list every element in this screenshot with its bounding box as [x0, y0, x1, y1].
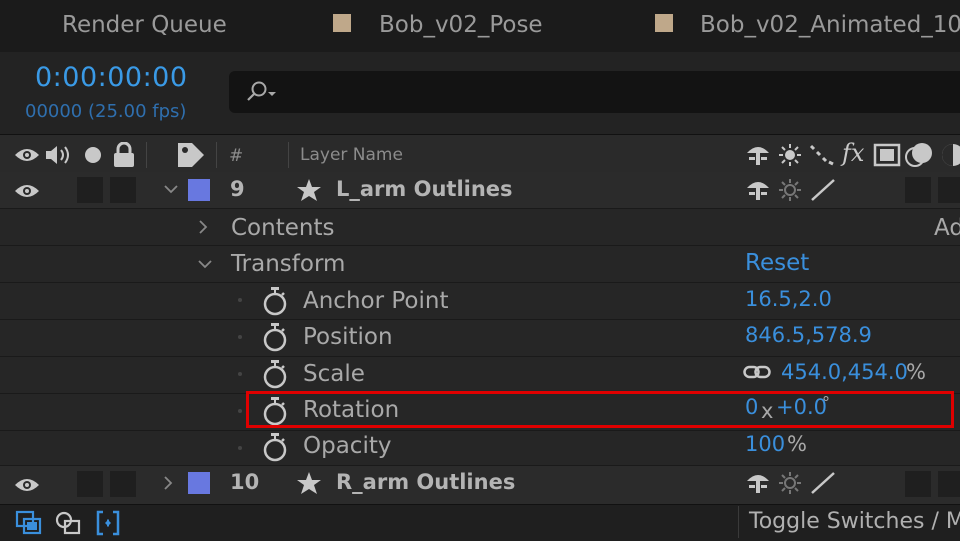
layer-label-color[interactable]	[188, 179, 210, 201]
header-divider	[216, 142, 217, 168]
shy-switch-icon[interactable]	[745, 178, 771, 202]
contents-row[interactable]	[0, 209, 960, 245]
lock-switch-cell[interactable]	[110, 471, 136, 497]
property-bullet	[238, 409, 242, 413]
footer-divider	[738, 506, 739, 538]
reset-link[interactable]: Reset	[745, 250, 809, 276]
frame-count-display: 00000 (25.00 fps)	[25, 101, 187, 122]
transform-row[interactable]	[0, 246, 960, 282]
opacity-unit: %	[787, 432, 807, 456]
adjustment-layer-icon[interactable]	[940, 142, 960, 168]
speaker-icon[interactable]	[44, 143, 74, 167]
column-number-header: #	[229, 146, 244, 166]
property-label: Scale	[303, 361, 365, 387]
in-out-brackets-icon[interactable]	[94, 509, 122, 537]
tab-render-queue[interactable]: Render Queue	[62, 12, 227, 38]
render-toggle-icon[interactable]	[54, 510, 82, 536]
search-input[interactable]	[229, 71, 960, 113]
collapse-switch-icon[interactable]	[779, 472, 801, 494]
property-label: Opacity	[303, 433, 392, 459]
scale-value[interactable]: 454.0,454.0	[781, 360, 908, 384]
adjustment-switch-cell[interactable]	[938, 177, 960, 203]
property-bullet	[238, 372, 242, 376]
fx-icon[interactable]: fx	[842, 139, 864, 167]
constrain-proportions-link-icon[interactable]	[743, 363, 771, 381]
search-icon[interactable]	[243, 80, 279, 104]
quality-switch-icon[interactable]	[809, 177, 837, 203]
layer-name[interactable]: R_arm Outlines	[336, 470, 515, 494]
tab-color-swatch	[333, 14, 351, 32]
layer-number: 10	[230, 470, 260, 494]
composition-flowchart-icon[interactable]	[15, 510, 43, 536]
rotation-highlight-box	[246, 391, 954, 428]
audio-switch-cell[interactable]	[77, 177, 103, 203]
toggle-switches-modes-button[interactable]: Toggle Switches / M	[749, 509, 960, 534]
shy-switch-icon[interactable]	[745, 471, 771, 495]
visibility-eye-icon[interactable]	[14, 182, 40, 200]
scale-unit: %	[906, 360, 926, 384]
shy-icon[interactable]	[745, 143, 771, 167]
frame-blend-icon[interactable]	[873, 143, 901, 167]
current-time-display[interactable]: 0:00:00:00	[35, 62, 188, 93]
tab-bob-v02-animated[interactable]: Bob_v02_Animated_108	[700, 12, 960, 38]
property-bullet	[238, 446, 242, 450]
adjustment-switch-cell[interactable]	[938, 471, 960, 497]
add-contents-menu[interactable]: Ad	[934, 215, 960, 241]
chevron-right-icon[interactable]	[160, 475, 176, 491]
solo-dot-icon[interactable]	[84, 146, 102, 164]
audio-switch-cell[interactable]	[77, 471, 103, 497]
property-row-opacity[interactable]	[0, 431, 960, 467]
header-divider	[288, 142, 289, 168]
tab-bob-v02-pose[interactable]: Bob_v02_Pose	[379, 12, 543, 38]
motion-blur-icon[interactable]	[904, 141, 934, 169]
property-bullet	[238, 298, 242, 302]
stopwatch-icon[interactable]	[262, 322, 288, 352]
visibility-eye-icon[interactable]	[14, 476, 40, 494]
eye-icon[interactable]	[14, 146, 40, 164]
label-tag-icon[interactable]	[176, 141, 206, 169]
column-layer-name-header[interactable]: Layer Name	[300, 145, 403, 165]
tab-color-swatch	[655, 14, 673, 32]
layer-number: 9	[230, 177, 245, 201]
anchor-point-value[interactable]: 16.5,2.0	[745, 287, 832, 311]
chevron-down-icon[interactable]	[197, 256, 213, 272]
chevron-right-icon[interactable]	[195, 219, 211, 235]
property-bullet	[238, 335, 242, 339]
quality-icon[interactable]	[809, 144, 835, 166]
collapse-sun-icon[interactable]	[779, 144, 801, 166]
opacity-value[interactable]: 100	[745, 432, 785, 456]
lock-switch-cell[interactable]	[110, 177, 136, 203]
contents-label[interactable]: Contents	[231, 215, 334, 241]
property-label: Position	[303, 324, 393, 350]
stopwatch-icon[interactable]	[262, 286, 288, 316]
layer-name[interactable]: L_arm Outlines	[336, 177, 513, 201]
motion-blur-switch-cell[interactable]	[905, 177, 931, 203]
shape-layer-star-icon	[296, 178, 322, 202]
position-value[interactable]: 846.5,578.9	[745, 323, 872, 347]
stopwatch-icon[interactable]	[262, 359, 288, 389]
header-divider	[146, 142, 147, 168]
chevron-down-icon[interactable]	[163, 181, 179, 197]
property-label: Anchor Point	[303, 288, 449, 314]
shape-layer-star-icon	[296, 471, 322, 495]
transform-label[interactable]: Transform	[231, 251, 345, 277]
lock-icon[interactable]	[112, 142, 136, 168]
quality-switch-icon[interactable]	[809, 470, 837, 496]
motion-blur-switch-cell[interactable]	[905, 471, 931, 497]
layer-label-color[interactable]	[188, 472, 210, 494]
stopwatch-icon[interactable]	[262, 432, 288, 462]
collapse-switch-icon[interactable]	[779, 179, 801, 201]
